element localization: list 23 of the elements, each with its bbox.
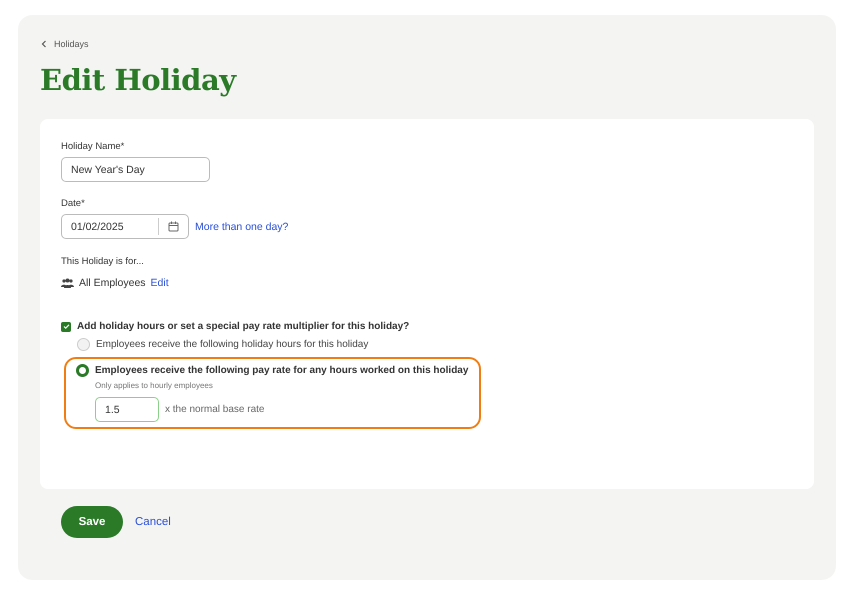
section-label: This Holiday is for... [61,256,145,267]
checkbox[interactable] [61,322,71,332]
chevron-left-icon[interactable] [40,40,48,48]
field-label: Holiday Name* [61,141,126,152]
save-button[interactable]: Save [61,506,123,538]
assignee-text: All Employees [79,277,146,289]
radio-button[interactable] [76,364,89,377]
more-days-link[interactable]: More than one day? [195,220,288,232]
option-label: Employees receive the following pay rate for any hours worked on this holiday [95,365,468,376]
edit-link[interactable]: Edit [150,277,169,289]
calendar-icon[interactable] [168,221,179,232]
date-field[interactable]: 01/02/2025 [61,214,189,239]
cancel-link[interactable]: Cancel [135,516,171,528]
option-label: Employees receive the following holiday hours for this holiday [96,339,368,350]
checkbox-label: Add holiday hours or set a special pay rate multiplier for this holiday? [77,321,410,332]
hint-text: Only applies to hourly employees [95,381,214,390]
people-icon [61,278,74,288]
breadcrumb-link[interactable]: Holidays [54,39,89,49]
page-title: Edit Holiday [40,63,238,97]
multiplier-field[interactable]: 1.5 [95,397,159,422]
field-label: Date* [61,198,86,209]
holiday-name-field[interactable]: New Year's Day [61,157,210,182]
suffix-text: x the normal base rate [165,404,264,415]
